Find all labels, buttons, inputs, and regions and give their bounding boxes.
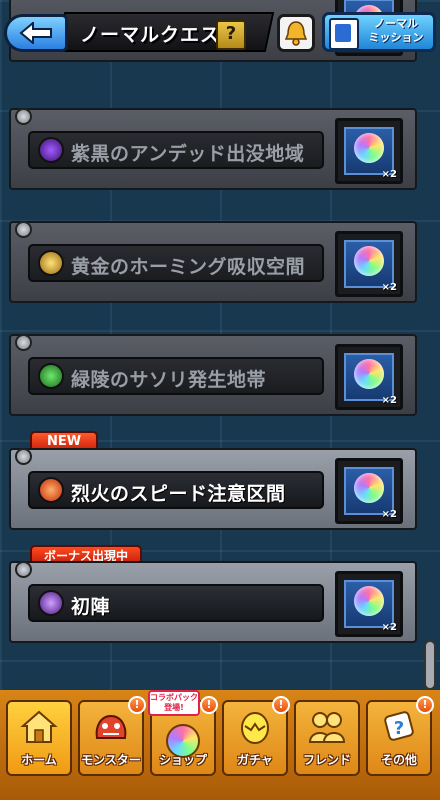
back-arrow-icon	[19, 22, 52, 44]
mission-label-line2: ミッション	[368, 31, 424, 44]
rainbow-orb-icon	[354, 133, 384, 163]
bell-icon	[284, 21, 308, 46]
collab-line2: 登場!	[164, 703, 184, 712]
stage-name: 烈火のスピード注意区間	[71, 483, 286, 505]
reward-box: ×2	[335, 571, 403, 637]
header: ノーマルクエスト ? ノーマル ミッション	[0, 0, 440, 62]
stage-name: 初陣	[71, 596, 111, 618]
mission-label-line1: ノーマル	[374, 17, 418, 30]
stage-card[interactable]: 初陣 ×2	[9, 561, 417, 643]
reward-count: ×2	[381, 169, 397, 180]
help-button[interactable]: ?	[216, 20, 246, 50]
stage-card[interactable]: 烈火のスピード注意区間 ×2	[9, 448, 417, 530]
nav-friend-label: フレンド	[302, 753, 351, 767]
nav-monster[interactable]: モンスター !	[78, 696, 146, 776]
svg-text:?: ?	[394, 718, 404, 739]
reward-box: ×2	[335, 458, 403, 524]
nav-friend[interactable]: フレンド	[294, 700, 360, 776]
rainbow-orb-icon	[354, 359, 384, 389]
nav-gacha[interactable]: ガチャ !	[222, 696, 290, 776]
reward-box: ×2	[335, 231, 403, 297]
dark-element-icon	[38, 590, 64, 616]
stage-name: 黄金のホーミング吸収空間	[71, 256, 306, 278]
reward-count: ×2	[381, 395, 397, 406]
mission-book-icon	[329, 18, 359, 50]
rainbow-orb-icon	[354, 586, 384, 616]
nav-gacha-label: ガチャ	[237, 753, 273, 767]
pin-icon	[15, 108, 32, 125]
nav-home[interactable]: ホーム	[6, 700, 72, 776]
notification-bell-button[interactable]	[277, 14, 315, 52]
alert-badge: !	[128, 696, 146, 714]
pin-icon	[15, 221, 32, 238]
alert-badge: !	[416, 696, 434, 714]
reward-box: ×2	[335, 118, 403, 184]
pin-icon	[15, 334, 32, 351]
reward-count: ×2	[381, 509, 397, 520]
wood-element-icon	[38, 363, 64, 389]
stage-name: 緑陵のサソリ発生地帯	[71, 369, 267, 391]
light-element-icon	[38, 250, 64, 276]
collab-line1: コラボパック	[150, 693, 198, 702]
gacha-egg-icon	[241, 712, 269, 744]
monster-icon	[95, 714, 127, 739]
pin-icon	[15, 448, 32, 465]
dark-element-icon	[38, 137, 64, 163]
rainbow-orb-icon	[354, 246, 384, 276]
stage-name: 紫黒のアンデッド出没地域	[71, 143, 305, 165]
scrollbar-thumb[interactable]	[424, 640, 436, 690]
stage-card[interactable]: 紫黒のアンデッド出没地域 ×2	[9, 108, 417, 190]
home-icon	[20, 710, 58, 743]
nav-other[interactable]: ? その他 !	[366, 696, 434, 776]
nav-shop-label: ショップ	[158, 753, 207, 767]
alert-badge: !	[272, 696, 290, 714]
normal-mission-button[interactable]: ノーマル ミッション	[322, 12, 436, 52]
reward-count: ×2	[381, 282, 397, 293]
nav-home-label: ホーム	[21, 753, 57, 767]
stage-card[interactable]: 緑陵のサソリ発生地帯 ×2	[9, 334, 417, 416]
collab-pack-badge: コラボパック 登場!	[148, 690, 200, 716]
reward-box: ×2	[335, 344, 403, 410]
rainbow-orb-icon	[354, 473, 384, 503]
friend-icon	[308, 712, 346, 743]
alert-badge: !	[200, 696, 218, 714]
other-question-icon: ?	[384, 711, 414, 741]
back-button[interactable]	[4, 14, 68, 52]
reward-count: ×2	[381, 622, 397, 633]
fire-element-icon	[38, 477, 64, 503]
nav-monster-label: モンスター	[81, 753, 141, 767]
nav-other-label: その他	[380, 753, 417, 767]
pin-icon	[15, 561, 32, 578]
stage-card[interactable]: 黄金のホーミング吸収空間 ×2	[9, 221, 417, 303]
